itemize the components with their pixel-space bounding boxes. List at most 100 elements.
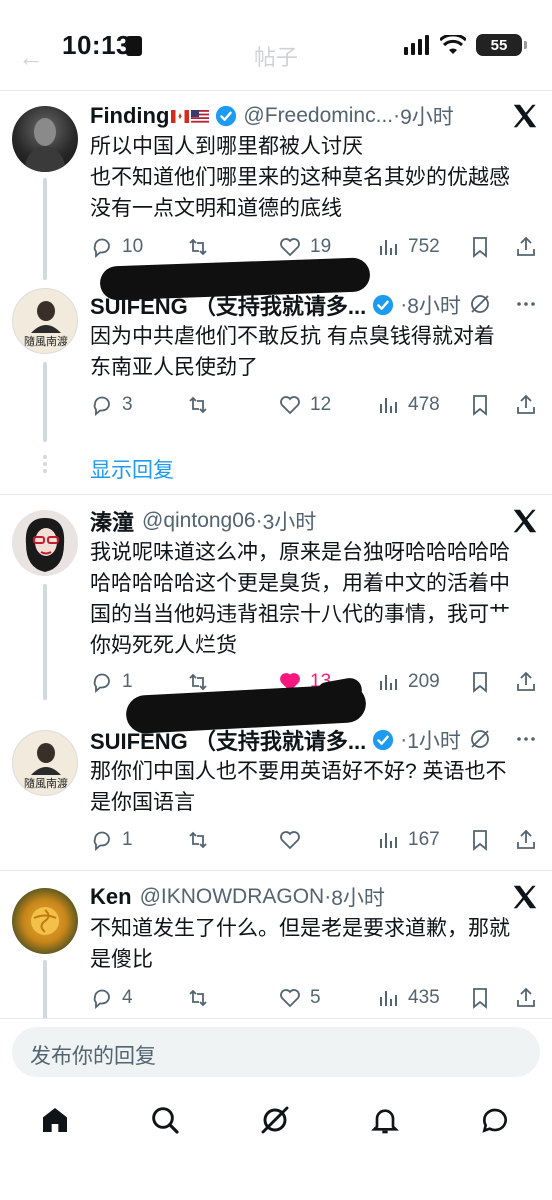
tweet-line: 是你国语言: [90, 791, 195, 814]
tweet-text: 所以中国人到哪里都被人讨厌 也不知道他们哪里来的这种莫名其妙的优越感 没有一点文…: [90, 131, 538, 224]
views-button[interactable]: 478: [376, 393, 440, 417]
like-button[interactable]: 5: [278, 986, 321, 1010]
wifi-icon: [440, 35, 466, 54]
more-icon[interactable]: [514, 292, 538, 316]
author-name[interactable]: SUIFENG （支持我就请多...: [90, 724, 366, 756]
tweet-line: 哈哈哈哈哈这个更是臭货，用着中文的活着中: [90, 572, 510, 595]
like-button[interactable]: 12: [278, 393, 331, 417]
like-count: 5: [310, 987, 321, 1008]
view-count: 167: [408, 829, 440, 850]
reply-button[interactable]: 1: [90, 670, 133, 694]
tweet-text: 因为中共虐他们不敢反抗 有点臭钱得就对着 东南亚人民使劲了: [90, 321, 538, 383]
header-icons: [468, 727, 538, 751]
tab-search[interactable]: [145, 1100, 185, 1140]
usa-flag-icon: [191, 109, 210, 123]
repost-button[interactable]: [186, 828, 210, 852]
repost-icon: [189, 396, 207, 414]
thread-dots: [41, 452, 49, 476]
reply-input[interactable]: 发布你的回复: [12, 1027, 540, 1077]
header-icons: [468, 292, 538, 316]
views-icon: [380, 398, 397, 413]
share-button[interactable]: [514, 828, 538, 852]
reply-icon: [93, 396, 110, 416]
grok-icon[interactable]: [468, 727, 492, 751]
tweet-line: 所以中国人到哪里都被人讨厌: [90, 135, 363, 158]
battery-indicator: 55: [476, 34, 527, 56]
dot-separator: ·: [255, 509, 263, 532]
avatar[interactable]: [12, 106, 78, 172]
bookmark-button[interactable]: [468, 670, 492, 694]
bottom-tab-bar: [0, 1088, 552, 1200]
reply-button[interactable]: 3: [90, 393, 133, 417]
x-logo-icon: [510, 882, 540, 912]
views-button[interactable]: 209: [376, 670, 440, 694]
avatar[interactable]: 隨風南渡: [12, 730, 78, 796]
bookmark-button[interactable]: [468, 393, 492, 417]
views-icon: [380, 833, 397, 848]
share-icon: [517, 671, 535, 691]
canada-flag-icon: [171, 109, 190, 123]
reply-button[interactable]: 4: [90, 986, 133, 1010]
tab-grok[interactable]: [255, 1100, 295, 1140]
author-name[interactable]: SUIFENG （支持我就请多...: [90, 289, 366, 321]
bookmark-button[interactable]: [468, 986, 492, 1010]
reply-count: 3: [122, 394, 133, 415]
status-icons: 55: [404, 34, 527, 56]
repost-button[interactable]: [186, 235, 210, 259]
cellular-signal-icon: [404, 35, 429, 55]
like-count: 19: [310, 236, 332, 257]
bookmark-button[interactable]: [468, 828, 492, 852]
reply-button[interactable]: 1: [90, 828, 133, 852]
repost-icon: [189, 238, 207, 256]
views-icon: [380, 991, 397, 1006]
view-count: 752: [408, 236, 440, 257]
tab-messages[interactable]: [475, 1100, 515, 1140]
share-icon: [517, 236, 535, 256]
like-button[interactable]: 19: [278, 235, 331, 259]
views-button[interactable]: 167: [376, 828, 440, 852]
repost-button[interactable]: [186, 670, 210, 694]
bookmark-icon: [473, 830, 487, 851]
share-button[interactable]: [514, 393, 538, 417]
tweet-line: 因为中共虐他们不敢反抗 有点臭钱得就对着: [90, 325, 495, 348]
reply-icon: [93, 238, 110, 258]
grok-icon[interactable]: [468, 292, 492, 316]
divider: [0, 870, 552, 871]
share-button[interactable]: [514, 986, 538, 1010]
reply-count: 1: [122, 671, 133, 692]
repost-button[interactable]: [186, 986, 210, 1010]
author-handle: @Freedominc...: [243, 104, 394, 127]
divider: [0, 494, 552, 495]
reply-icon: [93, 989, 110, 1009]
share-icon: [517, 394, 535, 414]
share-button[interactable]: [514, 670, 538, 694]
avatar[interactable]: [12, 888, 78, 954]
like-count: 12: [310, 394, 332, 415]
dot-separator: ·: [400, 728, 408, 751]
tweet-header: SUIFENG （支持我就请多... · 1小时: [90, 725, 461, 755]
bookmark-icon: [473, 988, 487, 1009]
more-icon[interactable]: [514, 727, 538, 751]
reply-button[interactable]: 10: [90, 235, 143, 259]
reply-count: 4: [122, 987, 133, 1008]
author-name[interactable]: Ken: [90, 884, 132, 910]
verified-badge-icon: [373, 294, 394, 316]
author-name[interactable]: Finding: [90, 103, 169, 129]
bookmark-icon: [473, 395, 487, 416]
views-button[interactable]: 752: [376, 235, 440, 259]
views-button[interactable]: 435: [376, 986, 440, 1010]
repost-button[interactable]: [186, 393, 210, 417]
repost-icon: [189, 989, 207, 1007]
tab-notifications[interactable]: [365, 1100, 405, 1140]
share-button[interactable]: [514, 235, 538, 259]
bookmark-button[interactable]: [468, 235, 492, 259]
author-name[interactable]: 溱潼: [90, 505, 134, 537]
show-replies-link[interactable]: 显示回复: [90, 454, 174, 484]
like-button[interactable]: [278, 828, 310, 852]
grok-icon: [261, 1106, 289, 1134]
tab-home[interactable]: [35, 1100, 75, 1140]
tweet-text: 不知道发生了什么。但是老是要求道歉，那就 是傻比: [90, 913, 538, 975]
heart-icon: [280, 396, 300, 415]
avatar[interactable]: 隨風南渡: [12, 288, 78, 354]
avatar[interactable]: [12, 510, 78, 576]
